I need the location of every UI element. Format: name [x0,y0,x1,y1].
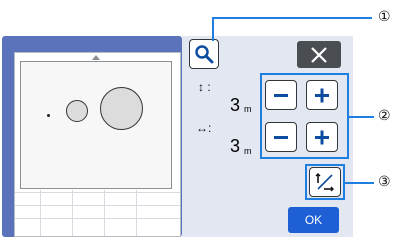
width-increase-button[interactable] [306,122,338,152]
height-dimension-icon: ↕ : [198,80,211,94]
height-unit: m [244,104,252,114]
callout-label-2: ② [378,107,391,123]
ok-button[interactable]: OK [288,207,339,233]
width-dimension-icon: ↔: [196,121,212,135]
aspect-ratio-lock-button[interactable] [309,167,341,197]
plus-icon [315,88,329,103]
minus-icon [274,136,288,139]
callout-line-1-stem [212,17,214,41]
mat-grid-line [40,190,41,236]
height-increase-button[interactable] [306,80,338,110]
mat-feed-arrow-icon [92,55,100,60]
large-circle-shape [100,87,143,130]
callout-line-1 [212,17,372,19]
magnifier-icon [195,45,214,64]
close-button[interactable] [297,41,341,68]
callout-line-2 [349,116,374,118]
mat-cut-area [20,61,172,189]
mat-grid-line [72,190,73,236]
height-decrease-button[interactable] [265,80,297,110]
plus-icon [315,130,329,145]
small-dot-shape [47,114,50,117]
mat-grid-line [136,190,137,236]
close-icon [311,46,327,63]
aspect-ratio-icon [315,173,334,192]
width-decrease-button[interactable] [265,122,297,152]
callout-label-3: ③ [378,173,391,189]
width-unit: m [244,146,252,156]
callout-line-3 [345,182,374,184]
width-value: 3 [230,136,241,156]
minus-icon [274,94,288,97]
height-value: 3 [230,95,241,115]
medium-circle-shape [66,100,88,122]
callout-label-1: ① [378,8,391,24]
mat-grid-line [104,190,105,236]
zoom-button[interactable] [189,39,219,69]
